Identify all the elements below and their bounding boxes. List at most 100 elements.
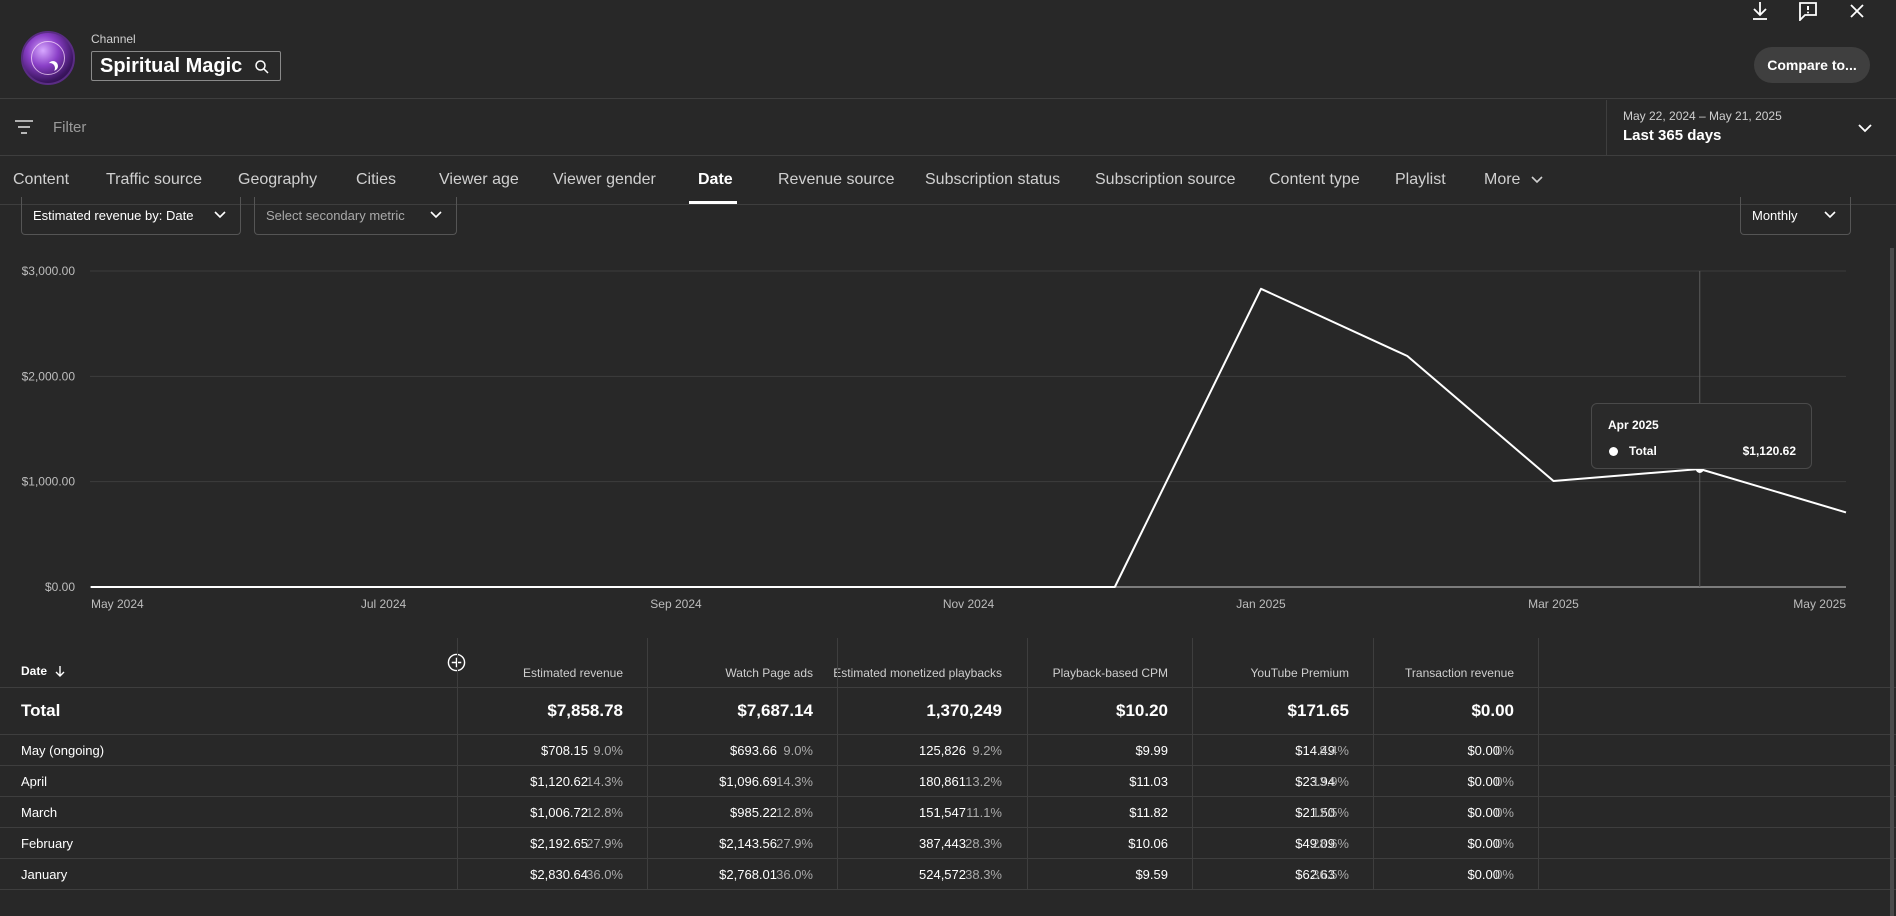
- tab-date[interactable]: Date: [698, 171, 733, 189]
- cell-percentage: 0%: [1495, 805, 1514, 820]
- cell-percentage: 9.0%: [593, 743, 623, 758]
- cell-value: $1,096.69: [719, 774, 777, 789]
- tab-revenue-source[interactable]: Revenue source: [778, 171, 895, 189]
- column-header[interactable]: Estimated monetized playbacks: [832, 665, 1002, 681]
- column-header[interactable]: Transaction revenue: [1374, 665, 1514, 681]
- table-row[interactable]: February $2,192.65 27.9% $2,143.56 27.9% 387,…: [0, 828, 1896, 859]
- cell-percentage: 8.4%: [1319, 743, 1349, 758]
- interval-dropdown[interactable]: Monthly: [1740, 197, 1851, 235]
- channel-avatar[interactable]: [21, 31, 75, 85]
- secondary-metric-label: Select secondary metric: [266, 208, 405, 223]
- cell-percentage: 12.5%: [1312, 805, 1349, 820]
- cell-value: 524,572: [919, 867, 966, 882]
- y-tick-label: $2,000.00: [22, 369, 76, 383]
- row-date: May (ongoing): [21, 742, 105, 758]
- column-header[interactable]: Watch Page ads: [643, 665, 813, 681]
- total-value: 1,370,249: [926, 701, 1002, 720]
- tab-viewer-age[interactable]: Viewer age: [439, 171, 519, 189]
- tab-more-label: More: [1484, 171, 1521, 188]
- table-row[interactable]: January $2,830.64 36.0% $2,768.01 36.0% 524,5…: [0, 859, 1896, 890]
- y-tick-label: $0.00: [45, 580, 75, 594]
- total-value: $10.20: [1116, 701, 1168, 720]
- table-header-row: Date Estimated revenue Watch Page ads Estim…: [0, 638, 1896, 688]
- close-icon[interactable]: [1846, 0, 1868, 22]
- x-tick-label: May 2025: [1793, 597, 1846, 611]
- column-header[interactable]: Estimated revenue: [453, 665, 623, 681]
- filter-input[interactable]: Filter: [53, 119, 86, 136]
- date-range-picker[interactable]: May 22, 2024 – May 21, 2025 Last 365 day…: [1606, 100, 1896, 156]
- tooltip-value: $1,120.62: [1742, 444, 1796, 458]
- header: Channel Spiritual Magic Compare to...: [0, 0, 1896, 99]
- cell-percentage: 0%: [1495, 774, 1514, 789]
- cell-percentage: 0%: [1495, 867, 1514, 882]
- y-tick-label: $1,000.00: [22, 475, 76, 489]
- sort-arrow-icon[interactable]: [55, 665, 65, 677]
- cell-value: 387,443: [919, 836, 966, 851]
- feedback-icon[interactable]: [1797, 0, 1819, 22]
- tab-more[interactable]: More: [1484, 171, 1543, 189]
- tooltip-series-dot: [1609, 447, 1618, 456]
- table-row[interactable]: May (ongoing) $708.15 9.0% $693.66 9.0% 125,8…: [0, 735, 1896, 766]
- filter-icon[interactable]: [14, 119, 34, 135]
- chart-tooltip: Apr 2025 Total $1,120.62: [1591, 403, 1812, 469]
- total-value: $7,858.78: [547, 701, 623, 720]
- column-divider: [1027, 638, 1028, 890]
- column-header[interactable]: Playback-based CPM: [1018, 665, 1168, 681]
- scrollbar[interactable]: [1890, 248, 1894, 916]
- column-header[interactable]: YouTube Premium: [1179, 665, 1350, 681]
- cell-value: $2,143.56: [719, 836, 777, 851]
- tooltip-month: Apr 2025: [1608, 418, 1659, 432]
- table-row[interactable]: April $1,120.62 14.3% $1,096.69 14.3% 180,861…: [0, 766, 1896, 797]
- total-value: $7,687.14: [737, 701, 813, 720]
- date-column-header[interactable]: Date: [21, 664, 47, 678]
- cell-value: $708.15: [541, 743, 588, 758]
- tab-subscription-source[interactable]: Subscription source: [1095, 171, 1236, 189]
- tab-playlist[interactable]: Playlist: [1395, 171, 1446, 189]
- cell-percentage: 13.9%: [1312, 774, 1349, 789]
- x-tick-label: Nov 2024: [943, 597, 995, 611]
- chevron-down-icon: [1824, 211, 1836, 219]
- cell-value: $693.66: [730, 743, 777, 758]
- row-date: March: [21, 804, 58, 820]
- tab-content-type[interactable]: Content type: [1269, 171, 1360, 189]
- cell-value: $2,768.01: [719, 867, 777, 882]
- x-tick-label: Jul 2024: [361, 597, 407, 611]
- cell-percentage: 36.5%: [1312, 867, 1349, 882]
- x-tick-label: May 2024: [91, 597, 144, 611]
- primary-metric-label: Estimated revenue by: Date: [33, 208, 194, 223]
- tab-content[interactable]: Content: [13, 171, 69, 189]
- search-icon[interactable]: [253, 58, 271, 76]
- cell-value: 151,547: [919, 805, 966, 820]
- table-row[interactable]: March $1,006.72 12.8% $985.22 12.8% 151,547 11…: [0, 797, 1896, 828]
- row-date: February: [21, 835, 74, 851]
- secondary-metric-dropdown[interactable]: Select secondary metric: [254, 197, 457, 235]
- compare-button[interactable]: Compare to...: [1754, 47, 1870, 83]
- date-preset: Last 365 days: [1623, 127, 1722, 144]
- cell-value: $9.59: [1135, 867, 1168, 882]
- tab-geography[interactable]: Geography: [238, 171, 317, 189]
- primary-metric-dropdown[interactable]: Estimated revenue by: Date: [21, 197, 241, 235]
- x-tick-label: Sep 2024: [650, 597, 702, 611]
- cell-percentage: 28.3%: [965, 836, 1002, 851]
- tab-viewer-gender[interactable]: Viewer gender: [553, 171, 656, 189]
- x-tick-label: Jan 2025: [1236, 597, 1286, 611]
- column-divider: [457, 638, 458, 890]
- channel-selector[interactable]: Spiritual Magic: [91, 51, 282, 81]
- chevron-down-icon: [1531, 176, 1543, 183]
- tab-subscription-status[interactable]: Subscription status: [925, 171, 1060, 189]
- column-divider: [1538, 638, 1539, 890]
- cell-value: $1,006.72: [530, 805, 588, 820]
- tab-cities[interactable]: Cities: [356, 171, 396, 189]
- cell-value: $11.03: [1129, 774, 1168, 789]
- cell-percentage: 9.0%: [783, 743, 813, 758]
- chevron-down-icon: [214, 211, 226, 219]
- channel-label: Channel: [91, 32, 136, 46]
- download-icon[interactable]: [1749, 0, 1771, 22]
- cell-value: $985.22: [730, 805, 777, 820]
- cell-value: $2,192.65: [530, 836, 588, 851]
- series-line-total: [91, 287, 1847, 588]
- table-total-row: Total $7,858.78 $7,687.14 1,370,249 $10.20 $1…: [0, 688, 1896, 735]
- tab-traffic-source[interactable]: Traffic source: [106, 171, 202, 189]
- column-divider: [1192, 638, 1193, 890]
- cell-percentage: 36.0%: [776, 867, 813, 882]
